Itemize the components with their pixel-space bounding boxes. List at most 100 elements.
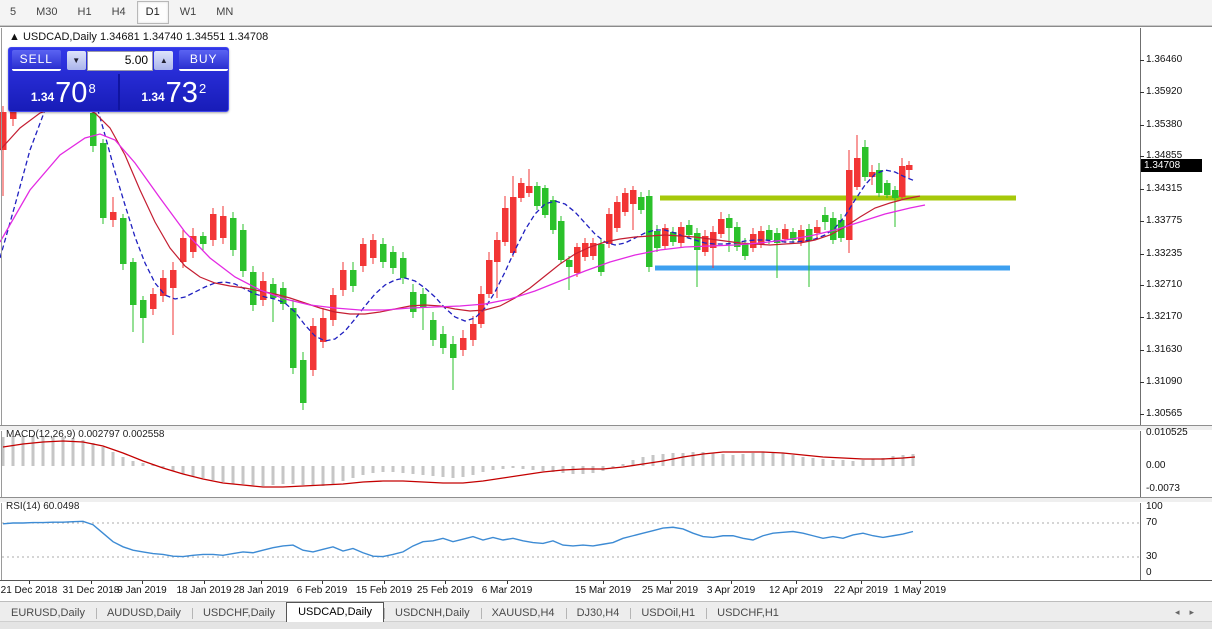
rsi-axis-label: 0 <box>1146 567 1152 578</box>
macd-panel-splitter[interactable] <box>0 425 1212 431</box>
volume-increase-button[interactable]: ▲ <box>154 51 174 70</box>
date-axis-tick <box>142 581 143 584</box>
current-price-tag: 1.34708 <box>1141 159 1202 173</box>
buy-price-big-digits: 73 <box>165 77 198 109</box>
date-axis-label: 25 Mar 2019 <box>641 585 699 596</box>
sell-price-pipette: 8 <box>88 81 96 96</box>
date-axis-tick <box>861 581 862 584</box>
chart-tab-usdchf-daily[interactable]: USDCHF,Daily <box>191 605 286 622</box>
sell-button[interactable]: SELL <box>12 50 61 71</box>
chart-tab-xauusd-h4[interactable]: XAUUSD,H4 <box>480 605 566 622</box>
price-axis-tick <box>1140 349 1144 351</box>
price-axis-label: 1.33775 <box>1146 215 1183 227</box>
price-axis-label: 1.32710 <box>1146 279 1183 290</box>
price-axis-label: 1.35920 <box>1146 86 1183 98</box>
date-axis-tick <box>796 581 797 584</box>
date-axis-tick <box>507 581 508 584</box>
timeframe-button-5[interactable]: 5 <box>1 1 25 24</box>
date-axis-label: 22 Apr 2019 <box>834 585 888 596</box>
spin-up-icon: ▲ <box>159 56 168 65</box>
timeframe-button-h4[interactable]: H4 <box>103 1 135 24</box>
date-axis-label: 21 Dec 2018 <box>0 585 58 596</box>
price-axis-label: 1.34315 <box>1146 182 1183 194</box>
date-axis-tick <box>670 581 671 584</box>
price-axis-tick <box>1140 124 1144 126</box>
timeframe-button-h1[interactable]: H1 <box>69 1 101 24</box>
macd-axis-label: 0.00 <box>1146 460 1166 471</box>
timeframe-button-mn[interactable]: MN <box>207 1 242 24</box>
price-axis-label: 1.32170 <box>1146 311 1183 323</box>
collapse-triangle-icon[interactable]: ▲ <box>9 31 23 43</box>
timeframe-button-d1[interactable]: D1 <box>136 1 169 24</box>
volume-input[interactable]: 5.00 <box>86 50 154 71</box>
price-axis-tick <box>1140 382 1144 384</box>
tab-scroll-right-icon[interactable]: ▸ <box>1189 607 1194 618</box>
rsi-indicator-label: RSI(14) 60.0498 <box>6 501 80 512</box>
macd-indicator-label: MACD(12,26,9) 0.002797 0.002558 <box>6 429 165 440</box>
date-axis-tick <box>384 581 385 584</box>
date-axis-label: 6 Feb 2019 <box>296 585 348 596</box>
sell-price-big-digits: 70 <box>55 77 88 109</box>
rsi-axis-label: 70 <box>1146 517 1158 528</box>
mt4-application-window: 5 M30 H1 H4 D1 W1 MN ▲ USDCAD,Daily 1.34681 1.… <box>0 0 1212 629</box>
buy-price-display[interactable]: 1.34 73 2 <box>120 74 229 110</box>
date-axis-tick <box>603 581 604 584</box>
price-axis-tick <box>1140 92 1144 94</box>
date-axis-label: 6 Mar 2019 <box>481 585 533 596</box>
date-axis-label: 18 Jan 2019 <box>176 585 232 596</box>
date-axis-tick <box>731 581 732 584</box>
chart-tab-usdcnh-daily[interactable]: USDCNH,Daily <box>384 605 481 622</box>
spin-down-icon: ▼ <box>72 56 81 65</box>
price-axis-label: 1.33235 <box>1146 247 1183 259</box>
price-axis-tick <box>1140 156 1144 158</box>
chart-tab-usdoil-h1[interactable]: USDOil,H1 <box>630 605 706 622</box>
price-axis-tick <box>1140 413 1144 415</box>
timeframe-button-w1[interactable]: W1 <box>171 1 206 24</box>
date-axis-tick <box>920 581 921 584</box>
macd-axis-label: 0.010525 <box>1146 426 1188 438</box>
date-axis-label: 28 Jan 2019 <box>233 585 289 596</box>
chart-tab-eurusd-daily[interactable]: EURUSD,Daily <box>0 605 96 622</box>
rsi-panel-splitter[interactable] <box>0 497 1212 503</box>
date-axis-label: 15 Mar 2019 <box>574 585 632 596</box>
rsi-axis-label: 30 <box>1146 551 1158 562</box>
price-axis-label: 1.30565 <box>1146 407 1183 419</box>
date-axis-label: 3 Apr 2019 <box>706 585 756 596</box>
price-axis-label: 1.36460 <box>1146 54 1183 65</box>
price-axis-tick <box>1140 285 1144 286</box>
date-axis-tick <box>91 581 92 584</box>
status-bar <box>0 621 1212 629</box>
chart-tab-audusd-daily[interactable]: AUDUSD,Daily <box>95 605 192 622</box>
buy-button[interactable]: BUY <box>179 50 228 71</box>
price-axis-tick <box>1140 317 1144 319</box>
sell-price-display[interactable]: 1.34 70 8 <box>9 74 118 110</box>
date-axis-label: 12 Apr 2019 <box>769 585 823 596</box>
price-axis-label: 1.31090 <box>1146 376 1183 388</box>
volume-decrease-button[interactable]: ▼ <box>66 51 86 70</box>
chart-tab-usdchf-h1[interactable]: USDCHF,H1 <box>706 605 790 622</box>
date-axis-tick <box>29 581 30 584</box>
date-axis-label: 31 Dec 2018 <box>62 585 120 596</box>
one-click-trading-panel: SELL ▼ 5.00 ▲ BUY 1.34 70 8 1.34 73 2 <box>8 47 229 112</box>
chart-window[interactable] <box>0 26 1212 602</box>
sell-price-prefix: 1.34 <box>30 90 55 104</box>
rsi-axis-label: 100 <box>1146 501 1163 512</box>
price-axis-tick <box>1140 253 1144 255</box>
timeframe-toolbar: 5 M30 H1 H4 D1 W1 MN <box>0 0 1212 26</box>
chart-tab-usdcad-daily[interactable]: USDCAD,Daily <box>286 602 385 622</box>
price-axis-label: 1.31630 <box>1146 343 1183 355</box>
date-axis-label: 1 May 2019 <box>893 585 947 596</box>
tab-scroll-left-icon[interactable]: ◂ <box>1175 607 1180 618</box>
chart-title-ohlc: ▲ USDCAD,Daily 1.34681 1.34740 1.34551 1… <box>9 31 269 43</box>
price-axis-label: 1.35380 <box>1146 118 1183 130</box>
time-scale-border <box>0 580 1212 581</box>
date-axis-tick <box>261 581 262 584</box>
price-axis-tick <box>1140 221 1144 223</box>
chart-tab-dj30-h4[interactable]: DJ30,H4 <box>565 605 631 622</box>
timeframe-button-m30[interactable]: M30 <box>27 1 66 24</box>
date-axis-label: 15 Feb 2019 <box>355 585 413 596</box>
date-axis-tick <box>322 581 323 584</box>
buy-price-pipette: 2 <box>198 81 207 96</box>
buy-price-prefix: 1.34 <box>141 90 165 104</box>
date-axis-tick <box>445 581 446 584</box>
